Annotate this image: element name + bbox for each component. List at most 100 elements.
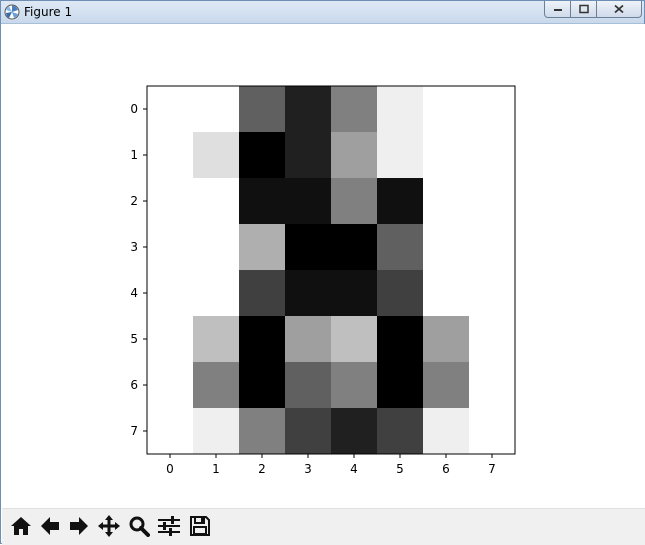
heatmap-cell <box>193 224 239 270</box>
pan-button[interactable] <box>95 512 123 540</box>
subplots-button[interactable] <box>155 512 183 540</box>
heatmap-cell <box>285 408 331 454</box>
heatmap-cell <box>423 408 469 454</box>
heatmap-cell <box>423 132 469 178</box>
heatmap-cell <box>239 132 285 178</box>
heatmap-cell <box>285 178 331 224</box>
x-tick-label: 5 <box>396 462 404 476</box>
back-button[interactable] <box>36 512 64 540</box>
y-tick-label: 1 <box>130 148 138 162</box>
close-icon <box>614 4 624 14</box>
heatmap-cell <box>285 362 331 408</box>
heatmap-cell <box>423 178 469 224</box>
window-controls <box>544 1 642 19</box>
save-button[interactable] <box>186 512 214 540</box>
heatmap-cell <box>423 362 469 408</box>
heatmap-cell <box>331 362 377 408</box>
heatmap-cell <box>377 408 423 454</box>
y-tick-label: 4 <box>130 286 138 300</box>
heatmap-cell <box>285 270 331 316</box>
figure-window: Figure 1 0 1 2 3 4 5 6 7 0 1 2 3 4 5 6 7 <box>0 0 645 545</box>
x-tick-label: 4 <box>350 462 358 476</box>
heatmap-cell <box>377 132 423 178</box>
heatmap-cell <box>285 86 331 132</box>
x-tick-label: 2 <box>258 462 266 476</box>
heatmap-cell <box>423 270 469 316</box>
heatmap-cell <box>377 178 423 224</box>
close-button[interactable] <box>597 1 642 18</box>
forward-arrow-icon <box>70 517 88 535</box>
heatmap-cell <box>147 316 193 362</box>
pan-move-icon <box>98 515 120 537</box>
minimize-button[interactable] <box>544 1 571 18</box>
maximize-icon <box>578 4 589 14</box>
y-tick-label: 2 <box>130 194 138 208</box>
heatmap-cell <box>147 224 193 270</box>
heatmap-cell <box>331 86 377 132</box>
heatmap-cell <box>423 224 469 270</box>
heatmap-cell <box>331 408 377 454</box>
matplotlib-logo-icon <box>4 4 20 20</box>
zoom-button[interactable] <box>125 512 153 540</box>
heatmap-cell <box>193 178 239 224</box>
heatmap-cell <box>423 86 469 132</box>
y-tick-label: 7 <box>130 424 138 438</box>
heatmap-cell <box>147 362 193 408</box>
heatmap-cell <box>239 408 285 454</box>
heatmap-cell <box>469 408 515 454</box>
subplots-config-icon <box>158 516 180 536</box>
heatmap-cell <box>239 86 285 132</box>
heatmap-cell <box>469 86 515 132</box>
heatmap-cell <box>331 178 377 224</box>
y-tick-label: 5 <box>130 332 138 346</box>
heatmap-cell <box>469 132 515 178</box>
heatmap-cell <box>469 224 515 270</box>
heatmap-cell <box>377 270 423 316</box>
heatmap-cell <box>377 316 423 362</box>
heatmap-cell <box>193 362 239 408</box>
heatmap-cell <box>193 408 239 454</box>
home-icon <box>11 517 31 535</box>
y-tick-label: 0 <box>130 102 138 116</box>
home-button[interactable] <box>7 512 35 540</box>
navigation-toolbar <box>2 508 645 545</box>
save-disk-icon <box>190 516 210 536</box>
title-bar[interactable]: Figure 1 <box>1 1 644 24</box>
heatmap-cell <box>239 316 285 362</box>
maximize-button[interactable] <box>571 1 597 18</box>
heatmap-cell <box>377 86 423 132</box>
heatmap-cell <box>469 316 515 362</box>
heatmap-cell <box>147 86 193 132</box>
heatmap-cell <box>285 224 331 270</box>
heatmap-cell <box>285 316 331 362</box>
heatmap-cell <box>239 224 285 270</box>
window-title: Figure 1 <box>24 5 73 19</box>
heatmap-chart: 0 1 2 3 4 5 6 7 0 1 2 3 4 5 6 7 <box>130 85 516 476</box>
heatmap-cell <box>377 362 423 408</box>
heatmap-cell <box>147 132 193 178</box>
heatmap-cell <box>331 316 377 362</box>
back-arrow-icon <box>41 517 59 535</box>
heatmap-cell <box>285 132 331 178</box>
heatmap-cell <box>147 178 193 224</box>
heatmap-cell <box>193 86 239 132</box>
heatmap-cell <box>239 362 285 408</box>
heatmap-cell <box>331 224 377 270</box>
heatmap-cell <box>331 270 377 316</box>
heatmap-cell <box>147 408 193 454</box>
minimize-icon <box>553 9 562 11</box>
heatmap-cell <box>469 270 515 316</box>
heatmap-cell <box>147 270 193 316</box>
heatmap-cell <box>469 362 515 408</box>
heatmap-cell <box>377 224 423 270</box>
heatmap-cell <box>331 132 377 178</box>
plot-canvas[interactable]: 0 1 2 3 4 5 6 7 0 1 2 3 4 5 6 7 <box>2 24 645 508</box>
x-tick-label: 0 <box>166 462 174 476</box>
x-tick-label: 7 <box>488 462 496 476</box>
heatmap-cell <box>423 316 469 362</box>
x-tick-label: 6 <box>442 462 450 476</box>
x-tick-label: 3 <box>304 462 312 476</box>
heatmap-cell <box>193 132 239 178</box>
x-tick-label: 1 <box>212 462 220 476</box>
forward-button[interactable] <box>65 512 93 540</box>
